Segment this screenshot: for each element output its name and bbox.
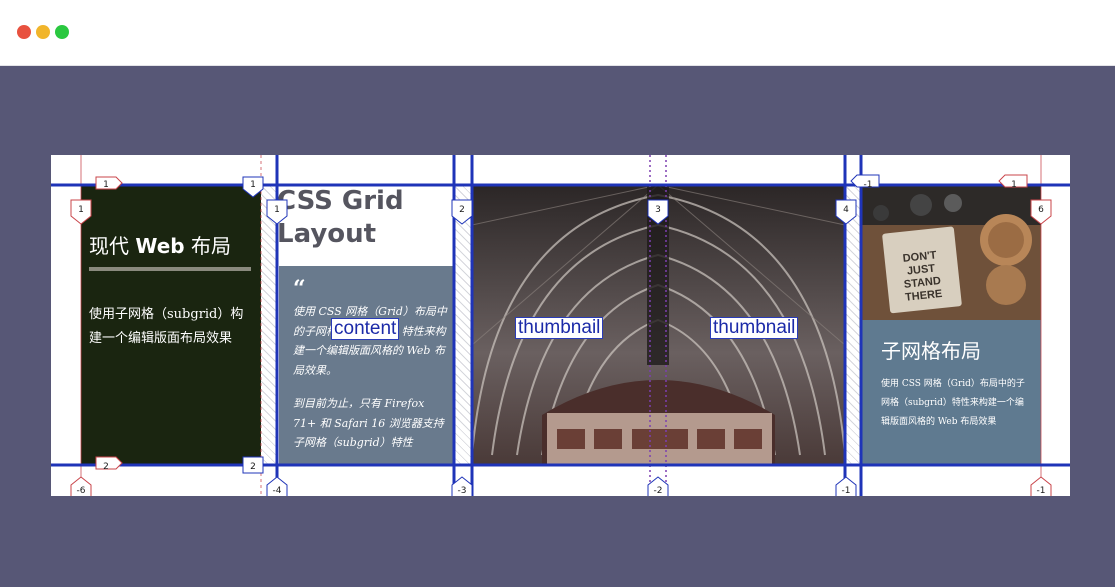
row-line-number: 1 (103, 180, 109, 190)
area-label-thumbnail: thumbnail (710, 317, 799, 339)
area-label-content: content (331, 318, 400, 340)
row-line-number: 1 (250, 180, 256, 190)
column-line-number: 2 (459, 205, 465, 215)
row-line-number: 2 (250, 462, 256, 472)
window-titlebar (0, 0, 1115, 66)
column-line-number: -1 (1036, 486, 1046, 496)
layout-canvas: 现代 Web 布局 使用子网格（subgrid）构建一个编辑版面布局效果 CSS… (51, 155, 1070, 496)
column-line-number: -3 (457, 486, 467, 496)
column-line-number: -2 (653, 486, 663, 496)
column-line-number: 1 (78, 205, 84, 215)
area-label-thumbnail: thumbnail (515, 317, 604, 339)
column-line-number: 4 (843, 205, 849, 215)
column-line-number: -1 (863, 180, 873, 190)
column-line-number: 3 (655, 205, 661, 215)
row-line-number: 1 (1011, 180, 1017, 190)
minimize-window-button[interactable] (36, 25, 50, 39)
column-line-number: 6 (1038, 205, 1044, 215)
column-line-number: -4 (272, 486, 282, 496)
column-line-number: 1 (274, 205, 280, 215)
maximize-window-button[interactable] (55, 25, 69, 39)
close-window-button[interactable] (17, 25, 31, 39)
column-line-number: -1 (841, 486, 851, 496)
row-line-number: 2 (103, 462, 109, 472)
column-line-number: -6 (76, 486, 86, 496)
